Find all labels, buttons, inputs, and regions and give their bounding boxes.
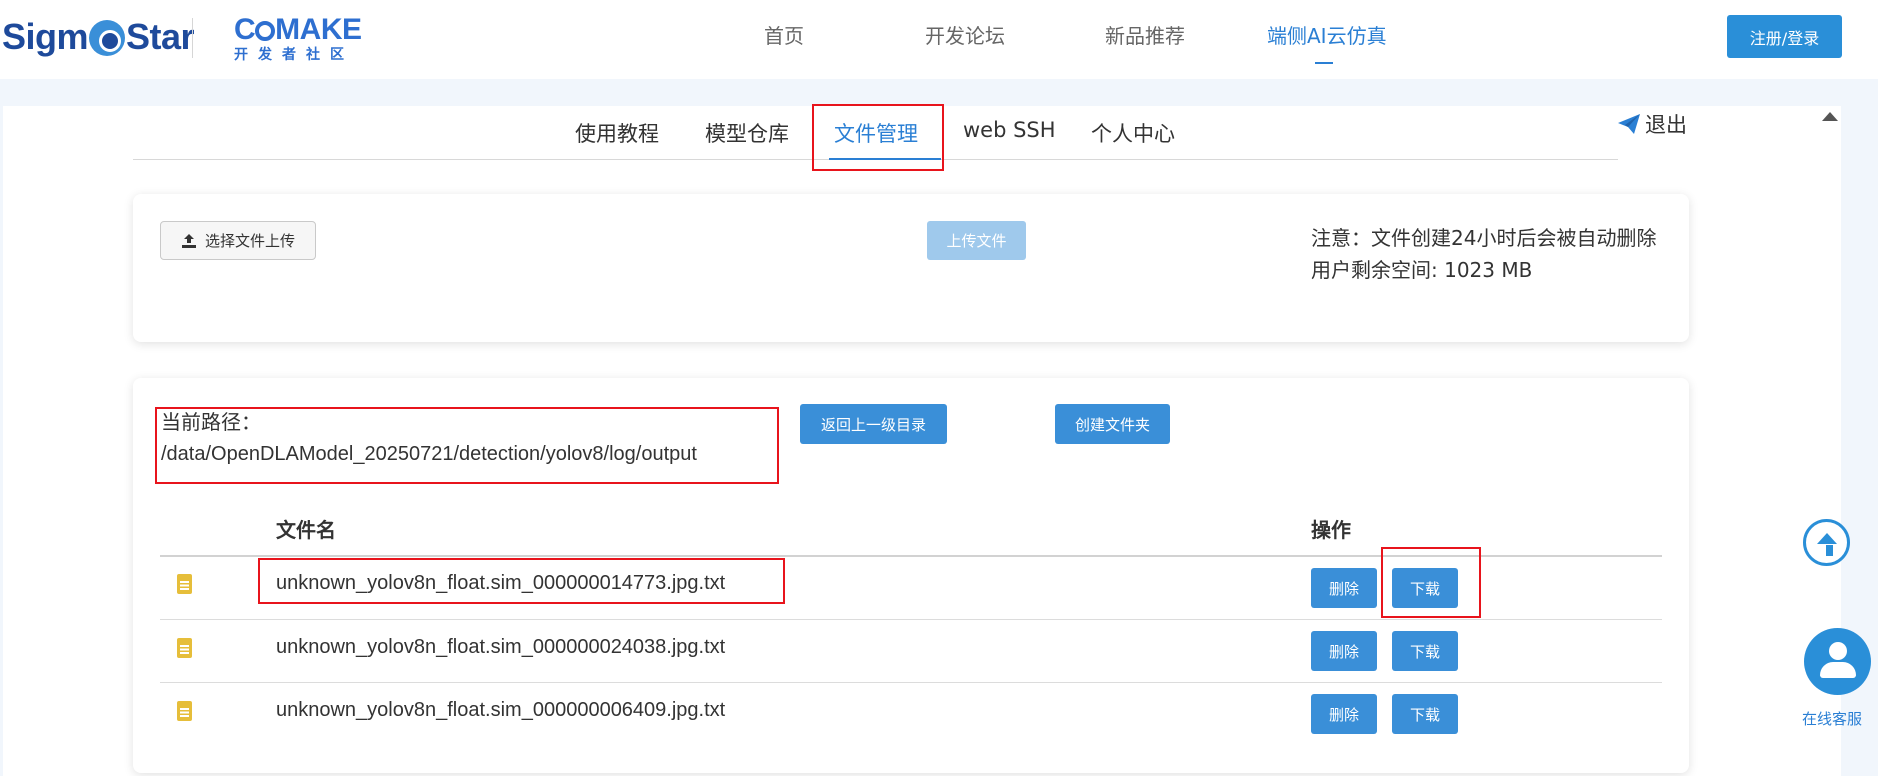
- parent-directory-button[interactable]: 返回上一级目录: [800, 404, 947, 444]
- top-header: Sigm Star C MAKE 开发者社区 首页 开发论坛 新品推荐 端侧AI云仿…: [0, 0, 1878, 79]
- back-to-top-button[interactable]: [1803, 519, 1850, 566]
- nav-active-indicator: [1315, 62, 1333, 64]
- scroll-up-arrow-icon[interactable]: [1822, 112, 1838, 121]
- remaining-space: 用户剩余空间: 1023 MB: [1311, 258, 1533, 282]
- highlight-box-current-path: [155, 407, 779, 484]
- column-header-actions: 操作: [1311, 518, 1351, 542]
- delete-button[interactable]: 删除: [1311, 568, 1377, 608]
- comake-logo-subtitle: 开发者社区: [234, 47, 354, 63]
- tab-personal-center[interactable]: 个人中心: [1091, 118, 1175, 148]
- create-folder-button[interactable]: 创建文件夹: [1055, 404, 1170, 444]
- customer-service-icon: [1829, 642, 1847, 660]
- logo-divider: [192, 18, 193, 58]
- delete-button[interactable]: 删除: [1311, 694, 1377, 734]
- file-icon: [177, 701, 192, 721]
- choose-file-label: 选择文件上传: [204, 232, 295, 250]
- table-row-filename[interactable]: unknown_yolov8n_float.sim_000000024038.j…: [276, 636, 725, 659]
- comake-logo[interactable]: C MAKE 开发者社区: [234, 14, 364, 64]
- customer-service-button[interactable]: [1804, 628, 1871, 695]
- paper-plane-icon: [1618, 114, 1640, 134]
- file-icon: [177, 638, 192, 658]
- tab-tutorial[interactable]: 使用教程: [575, 118, 659, 148]
- delete-button[interactable]: 删除: [1311, 631, 1377, 671]
- highlight-box-filename: [258, 558, 785, 604]
- upload-notice: 注意：文件创建24小时后会被自动删除 用户剩余空间: 1023 MB: [1311, 222, 1669, 286]
- upload-file-button[interactable]: 上传文件: [927, 221, 1026, 260]
- nav-forum[interactable]: 开发论坛: [925, 20, 1005, 52]
- upload-icon: [181, 233, 196, 248]
- table-row-divider: [160, 682, 1662, 683]
- customer-service-label[interactable]: 在线客服: [1802, 708, 1862, 729]
- arrow-up-stem: [1826, 545, 1833, 556]
- highlight-box-file-tab: [812, 104, 944, 171]
- auto-delete-notice: 注意：文件创建24小时后会被自动删除: [1311, 226, 1657, 250]
- column-header-filename: 文件名: [276, 518, 336, 542]
- highlight-box-download: [1381, 547, 1481, 618]
- choose-file-button[interactable]: 选择文件上传: [160, 221, 316, 260]
- download-button[interactable]: 下载: [1392, 694, 1458, 734]
- file-icon: [177, 574, 192, 594]
- table-row-filename[interactable]: unknown_yolov8n_float.sim_000000006409.j…: [276, 699, 725, 722]
- tab-model-repo[interactable]: 模型仓库: [705, 118, 789, 148]
- nav-new-products[interactable]: 新品推荐: [1105, 20, 1185, 52]
- logout-label: 退出: [1645, 113, 1687, 137]
- customer-service-icon-body: [1820, 662, 1856, 678]
- table-row-divider: [160, 619, 1662, 620]
- nav-ai-cloud-sim[interactable]: 端侧AI云仿真: [1267, 20, 1387, 52]
- tab-web-ssh[interactable]: web SSH: [963, 118, 1056, 142]
- sigmastar-logo[interactable]: Sigm Star: [2, 14, 195, 60]
- arrow-up-circle-icon: [1816, 533, 1837, 544]
- nav-home[interactable]: 首页: [764, 20, 804, 52]
- download-button[interactable]: 下载: [1392, 631, 1458, 671]
- sigmastar-logo-eye-icon: [89, 20, 126, 56]
- logout-link[interactable]: 退出: [1617, 109, 1687, 139]
- login-register-button[interactable]: 注册/登录: [1727, 15, 1842, 58]
